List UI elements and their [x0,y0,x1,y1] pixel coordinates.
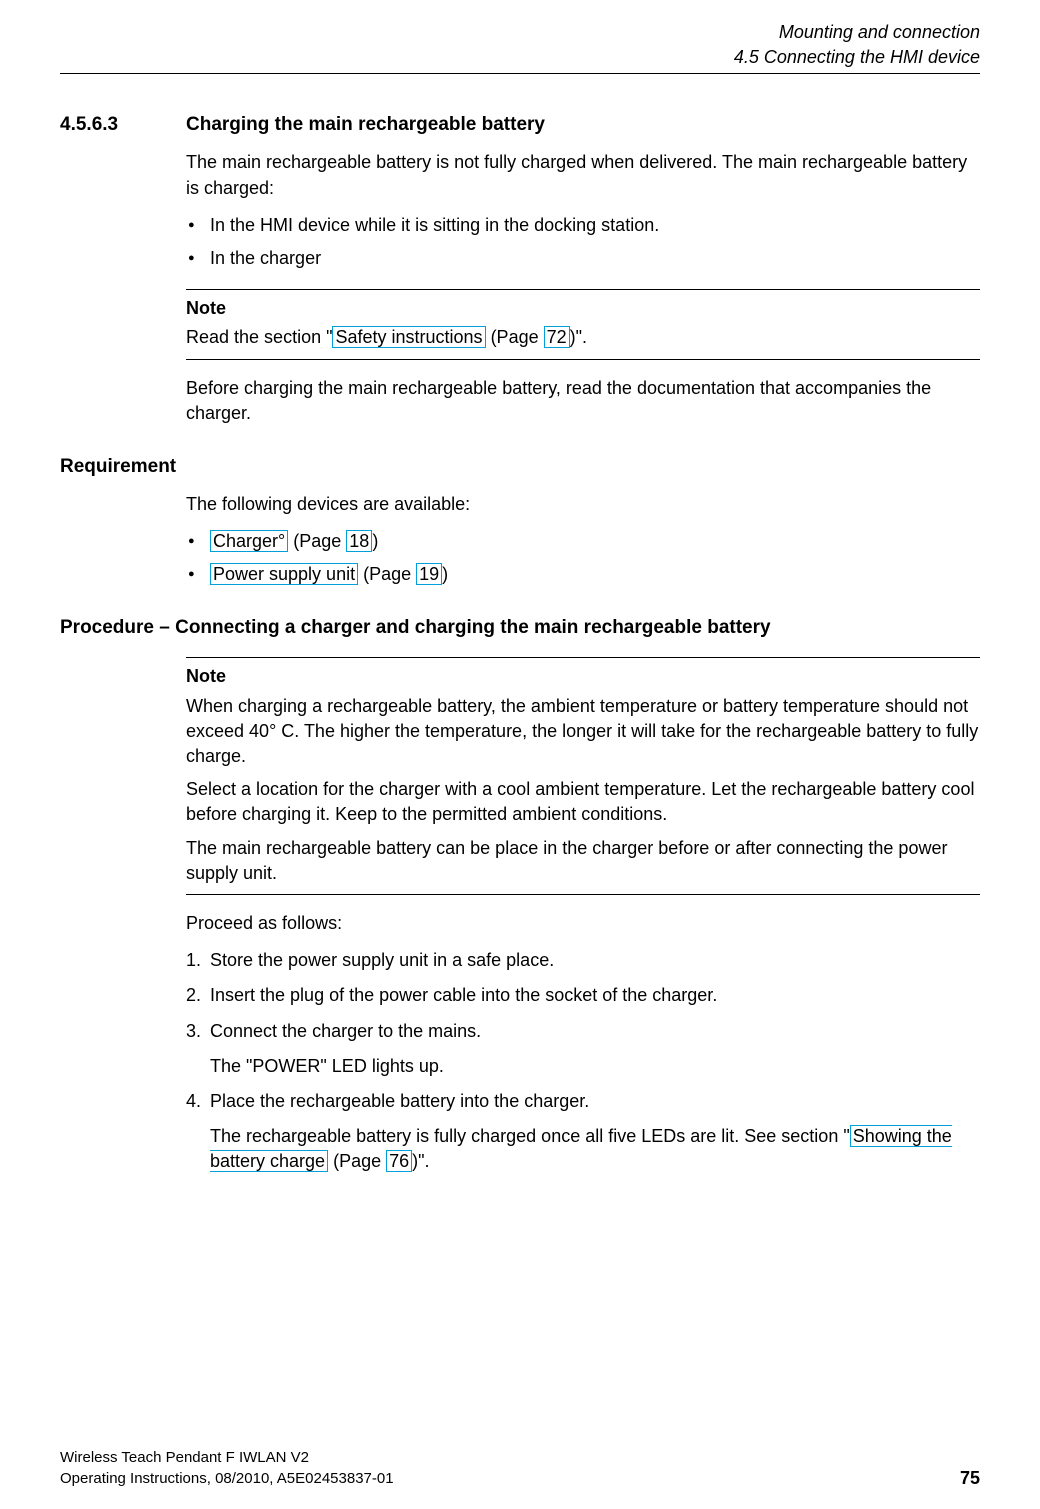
note-text: Read the section "Safety instructions (P… [186,325,980,350]
list-item: In the charger [186,246,980,271]
page-header: Mounting and connection 4.5 Connecting t… [60,20,980,74]
list-item: Power supply unit (Page 19) [186,562,980,587]
section-number: 4.5.6.3 [60,114,186,136]
footer-doc-info: Operating Instructions, 08/2010, A5E0245… [60,1468,394,1489]
subheading-requirement: Requirement [60,456,980,478]
header-chapter: Mounting and connection [60,20,980,45]
step-item: Place the rechargeable battery into the … [186,1089,980,1175]
note-box: Note Read the section "Safety instructio… [186,289,980,359]
note-text: When charging a rechargeable battery, th… [186,694,980,770]
step-sub: The "POWER" LED lights up. [210,1054,980,1079]
link-page-19[interactable]: 19 [416,563,442,585]
paragraph: Before charging the main rechargeable ba… [186,376,980,426]
section-title: Charging the main rechargeable battery [186,114,545,136]
step-item: Insert the plug of the power cable into … [186,983,980,1008]
link-page-72[interactable]: 72 [544,326,570,348]
step-item: Store the power supply unit in a safe pl… [186,948,980,973]
page-number: 75 [960,1468,980,1489]
note-text: Select a location for the charger with a… [186,777,980,827]
list-item: In the HMI device while it is sitting in… [186,213,980,238]
header-section: 4.5 Connecting the HMI device [60,45,980,70]
note-text: The main rechargeable battery can be pla… [186,836,980,886]
link-power-supply[interactable]: Power supply unit [210,563,358,585]
note-box: Note When charging a rechargeable batter… [186,657,980,895]
link-safety-instructions[interactable]: Safety instructions [332,326,485,348]
link-page-18[interactable]: 18 [346,530,372,552]
paragraph: The following devices are available: [186,492,980,517]
link-charger[interactable]: Charger° [210,530,288,552]
list-item: Charger° (Page 18) [186,529,980,554]
paragraph: Proceed as follows: [186,911,980,936]
step-sub: The rechargeable battery is fully charge… [210,1124,980,1174]
step-item: Connect the charger to the mains. The "P… [186,1019,980,1079]
note-title: Note [186,296,980,321]
footer-doc-title: Wireless Teach Pendant F IWLAN V2 [60,1447,394,1468]
link-page-76[interactable]: 76 [386,1150,412,1172]
subheading-procedure: Procedure – Connecting a charger and cha… [60,617,980,639]
note-title: Note [186,664,980,689]
intro-paragraph: The main rechargeable battery is not ful… [186,150,980,200]
page-footer: Wireless Teach Pendant F IWLAN V2 Operat… [60,1447,980,1489]
